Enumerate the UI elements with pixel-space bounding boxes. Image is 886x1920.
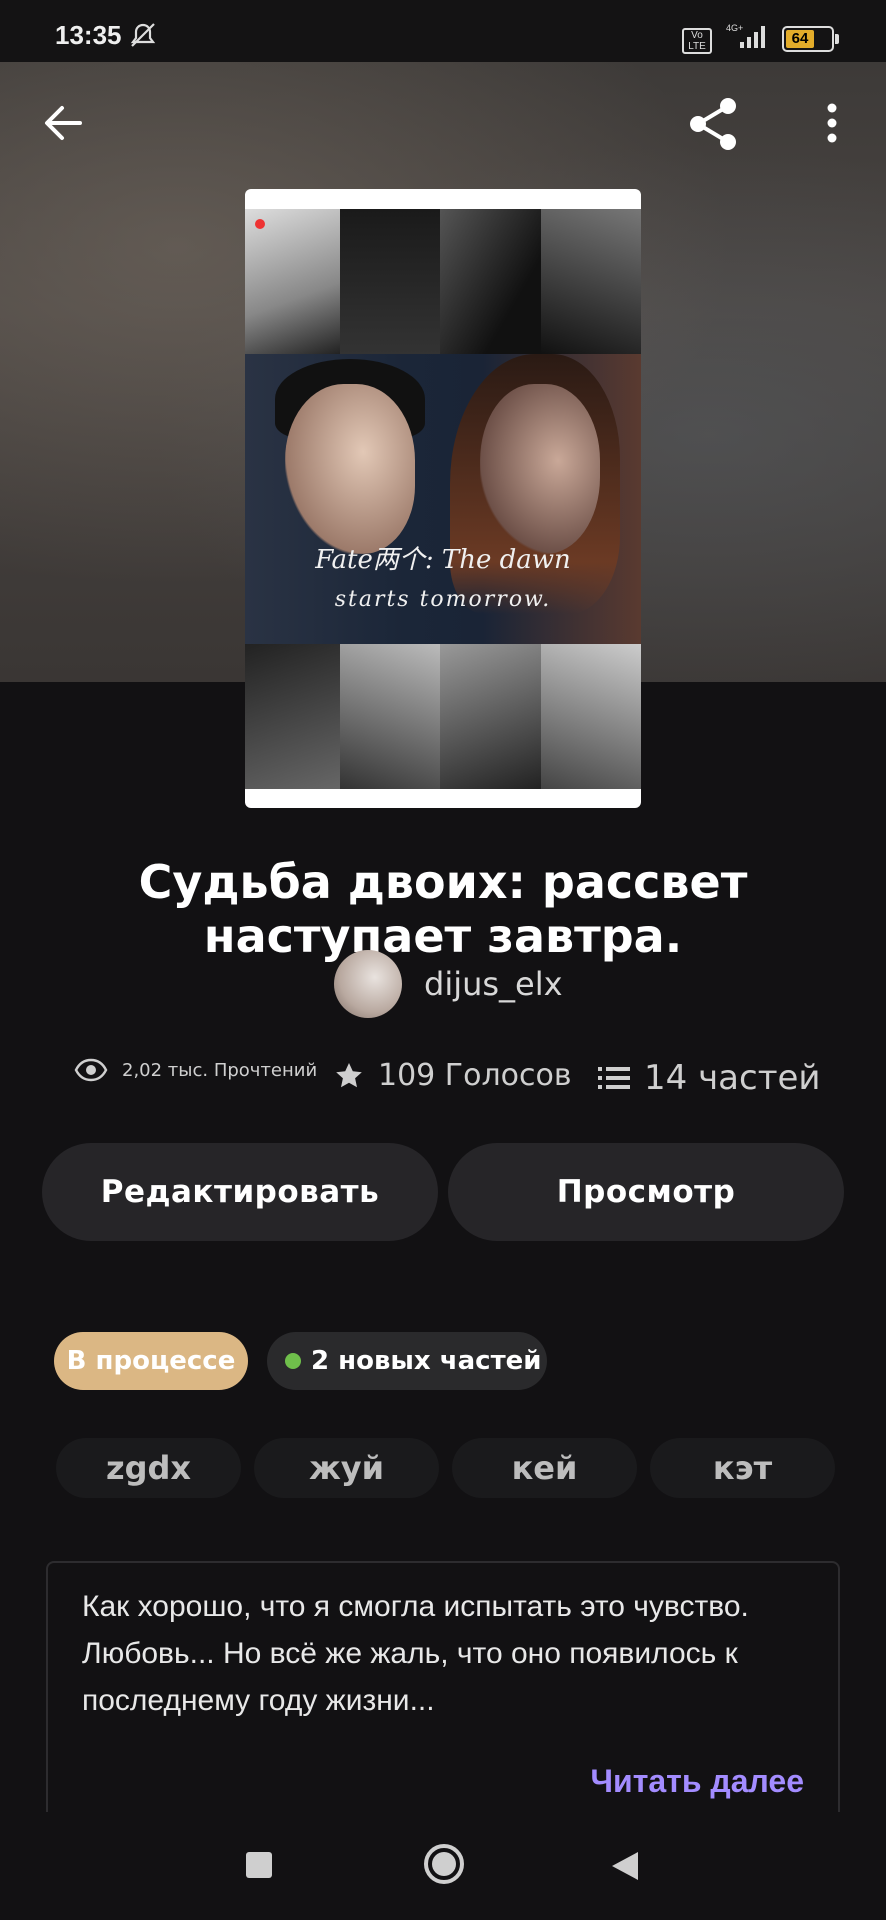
story-title: Судьба двоих: рассвет наступает завтра.	[138, 855, 748, 963]
parts-stat[interactable]: 14 частей	[598, 1058, 821, 1098]
status-time: 13:35	[55, 20, 122, 50]
back-arrow-icon[interactable]	[40, 100, 86, 150]
description-text: Как хорошо, что я смогла испытать это чу…	[82, 1590, 749, 1717]
home-icon[interactable]	[422, 1842, 466, 1890]
tag-chip[interactable]: жуй	[254, 1438, 439, 1498]
stats-row: 2,02 тыс. Прочтений 109 Голосов 14 часте…	[0, 1058, 886, 1108]
tag-chip[interactable]: кей	[452, 1438, 637, 1498]
view-button[interactable]: Просмотр	[448, 1143, 844, 1241]
list-icon	[598, 1067, 630, 1089]
nav-back-icon[interactable]	[610, 1850, 640, 1886]
volte-icon: Vo LTE	[682, 28, 712, 54]
status-badge: В процессе	[54, 1332, 248, 1390]
cover-title-line1: Fate两个: The dawn	[315, 545, 571, 575]
new-parts-badge: 2 новых частей	[267, 1332, 547, 1390]
parts-count[interactable]: 14 частей	[644, 1058, 821, 1098]
record-dot-icon	[255, 219, 265, 229]
new-parts-label: 2 новых частей	[311, 1346, 542, 1376]
new-dot-icon	[285, 1353, 301, 1369]
star-icon	[336, 1062, 362, 1087]
more-options-icon[interactable]	[818, 100, 846, 150]
reads-stat: 2,02 тыс. Прочтений	[74, 1058, 317, 1082]
read-more-link[interactable]: Читать далее	[591, 1763, 804, 1800]
description-card: Как хорошо, что я смогла испытать это чу…	[46, 1561, 840, 1821]
mute-bell-icon	[128, 22, 158, 52]
author-name[interactable]: dijus_elx	[424, 965, 563, 1003]
votes-count: 109 Голосов	[378, 1058, 572, 1093]
recents-icon[interactable]	[246, 1852, 272, 1878]
eye-icon	[74, 1058, 108, 1082]
svg-text:4G+: 4G+	[726, 23, 743, 33]
reads-count: 2,02 тыс. Прочтений	[122, 1059, 318, 1081]
story-cover: Fate两个: The dawn starts tomorrow.	[245, 189, 641, 808]
battery-level: 64	[786, 30, 814, 48]
signal-icon: 4G+	[722, 22, 770, 56]
edit-button[interactable]: Редактировать	[42, 1143, 438, 1241]
author-avatar[interactable]	[334, 950, 402, 1018]
cover-title-line2: starts tomorrow.	[334, 587, 552, 612]
tag-chip[interactable]: кэт	[650, 1438, 835, 1498]
tag-chips: zgdx жуй кей кэт	[56, 1438, 836, 1498]
author-row[interactable]: dijus_elx	[334, 950, 563, 1018]
tag-chip[interactable]: zgdx	[56, 1438, 241, 1498]
share-icon[interactable]	[686, 96, 742, 156]
system-nav-bar	[0, 1812, 886, 1920]
battery-icon: 64	[782, 26, 839, 52]
votes-stat: 109 Голосов	[334, 1058, 572, 1093]
status-bar: 13:35 Vo LTE 4G+ 64	[0, 0, 886, 62]
